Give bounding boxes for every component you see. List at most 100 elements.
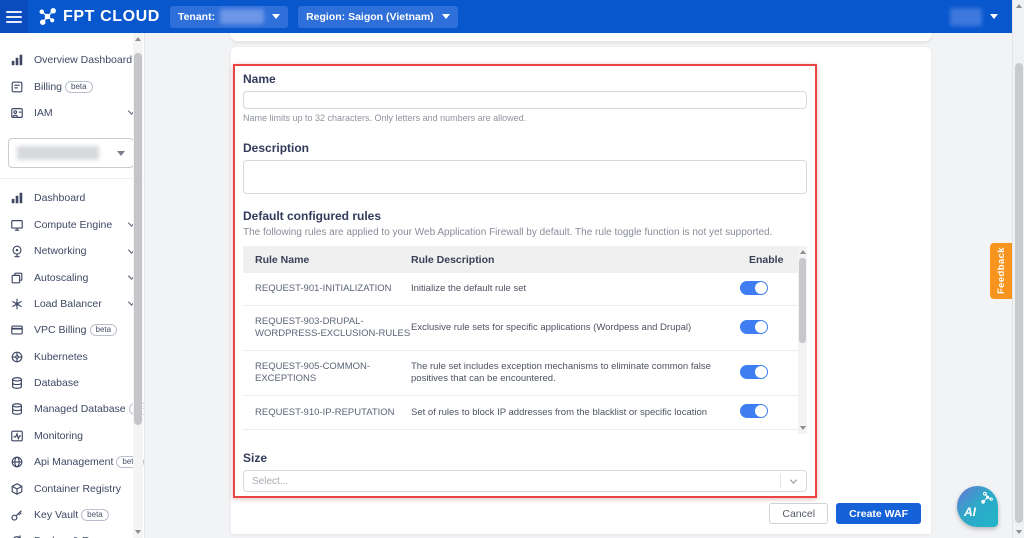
- sidebar-item-label: Database: [34, 377, 79, 389]
- tenant-label: Tenant:: [178, 11, 215, 23]
- rule-name: REQUEST-905-COMMON-EXCEPTIONS: [243, 361, 411, 385]
- name-field-label: Name: [243, 72, 807, 86]
- beta-badge: beta: [65, 81, 93, 93]
- sidebar-scrollbar[interactable]: [133, 33, 143, 538]
- sidebar-item-label: Overview Dashboard: [34, 54, 132, 66]
- hamburger-menu-icon[interactable]: [0, 0, 28, 33]
- scroll-up-icon[interactable]: [134, 35, 142, 43]
- sidebar-item-load-balancer[interactable]: Load Balancer: [0, 291, 144, 317]
- scroll-up-icon[interactable]: [1015, 2, 1023, 10]
- chevron-down-icon: [442, 14, 450, 19]
- rules-table-scrollbar[interactable]: [798, 246, 807, 434]
- rule-name: REQUEST-901-INITIALIZATION: [243, 283, 411, 295]
- rule-name: REQUEST-903-DRUPAL-WORDPRESS-EXCLUSION-R…: [243, 316, 411, 340]
- ai-assistant-button[interactable]: AI: [957, 486, 998, 527]
- page-scrollbar[interactable]: [1012, 0, 1024, 538]
- previous-card-bottom: [231, 33, 931, 41]
- account-dropdown[interactable]: [942, 6, 998, 28]
- brand-logo[interactable]: FPT CLOUD: [38, 7, 160, 26]
- rule-row-request-910-ip-reputation: REQUEST-910-IP-REPUTATIONSet of rules to…: [243, 396, 798, 430]
- bar-chart-icon: [10, 53, 25, 68]
- kubernetes-icon: [10, 349, 25, 364]
- rule-name: REQUEST-910-IP-REPUTATION: [243, 407, 411, 419]
- cancel-button[interactable]: Cancel: [769, 503, 828, 524]
- scroll-down-icon[interactable]: [1015, 528, 1023, 536]
- rule-description: Set of rules to block IP addresses from …: [411, 407, 740, 419]
- database-icon: [10, 376, 25, 391]
- sidebar-item-networking[interactable]: Networking: [0, 238, 144, 264]
- sidebar-item-billing[interactable]: Billingbeta: [0, 73, 144, 99]
- sidebar-item-overview-dashboard[interactable]: Overview Dashboard: [0, 47, 144, 73]
- project-select[interactable]: [8, 138, 134, 168]
- sidebar-item-label: Kubernetes: [34, 351, 88, 363]
- feedback-label: Feedback: [996, 247, 1007, 294]
- rule-enable-toggle[interactable]: [740, 404, 768, 418]
- region-label: Region: Saigon (Vietnam): [306, 11, 434, 23]
- sidebar-item-label: VPC Billing: [34, 324, 87, 336]
- sidebar-item-api-management[interactable]: Api Managementbeta: [0, 449, 144, 475]
- rules-section-title: Default configured rules: [243, 209, 807, 223]
- sidebar-scrollbar-thumb[interactable]: [134, 53, 142, 425]
- page-scrollbar-thumb[interactable]: [1015, 63, 1023, 523]
- billing-icon: [10, 79, 25, 94]
- feedback-tab[interactable]: Feedback: [990, 243, 1012, 299]
- sidebar-item-label: Compute Engine: [34, 219, 112, 231]
- scroll-up-icon[interactable]: [799, 248, 807, 256]
- rule-description: The rule set includes exception mechanis…: [411, 361, 740, 385]
- size-select[interactable]: Select...: [243, 470, 807, 492]
- sidebar-item-monitoring[interactable]: Monitoring: [0, 423, 144, 449]
- beta-badge: beta: [81, 509, 109, 521]
- bar-chart-icon: [10, 191, 25, 206]
- sidebar-item-label: Api Management: [34, 456, 113, 468]
- tenant-value-redacted: [220, 9, 264, 24]
- sidebar-item-managed-database[interactable]: Managed Databasebeta: [0, 396, 144, 422]
- key-vault-icon: [10, 508, 25, 523]
- region-dropdown[interactable]: Region: Saigon (Vietnam): [298, 6, 458, 28]
- rules-scrollbar-thumb[interactable]: [799, 258, 806, 343]
- sidebar-item-label: Billing: [34, 81, 62, 93]
- scroll-down-icon[interactable]: [799, 424, 807, 432]
- column-rule-name: Rule Name: [243, 254, 411, 266]
- account-value-redacted: [950, 8, 982, 26]
- rules-table-header: Rule Name Rule Description Enable: [243, 246, 807, 273]
- sidebar-item-compute-engine[interactable]: Compute Engine: [0, 212, 144, 238]
- description-input[interactable]: [243, 160, 807, 194]
- description-field-label: Description: [243, 141, 807, 155]
- scroll-down-icon[interactable]: [134, 528, 142, 536]
- chevron-down-icon: [780, 474, 806, 488]
- rule-enable-toggle[interactable]: [740, 281, 768, 295]
- sidebar-item-label: IAM: [34, 107, 53, 119]
- iam-icon: [10, 105, 25, 120]
- sidebar-item-label: Autoscaling: [34, 272, 88, 284]
- sidebar-item-vpc-billing[interactable]: VPC Billingbeta: [0, 317, 144, 343]
- size-select-placeholder: Select...: [252, 476, 288, 487]
- sidebar-item-label: Dashboard: [34, 192, 85, 204]
- create-waf-button[interactable]: Create WAF: [836, 503, 921, 524]
- size-helper-text: Select size from suggested list: [243, 496, 807, 498]
- fpt-cloud-molecule-icon: [38, 7, 57, 26]
- sidebar-item-container-registry[interactable]: Container Registry: [0, 475, 144, 501]
- beta-badge: beta: [90, 324, 118, 336]
- sidebar-item-iam[interactable]: IAM: [0, 100, 144, 126]
- sidebar-item-label: Monitoring: [34, 430, 83, 442]
- top-header-bar: FPT CLOUD Tenant: Region: Saigon (Vietna…: [0, 0, 1012, 33]
- networking-icon: [10, 244, 25, 259]
- sidebar-item-autoscaling[interactable]: Autoscaling: [0, 264, 144, 290]
- name-input[interactable]: [243, 91, 807, 109]
- rules-section-subtitle: The following rules are applied to your …: [243, 227, 807, 238]
- sidebar-item-label: Networking: [34, 245, 87, 257]
- sidebar-item-label: Container Registry: [34, 483, 121, 495]
- autoscaling-icon: [10, 270, 25, 285]
- monitoring-icon: [10, 428, 25, 443]
- rule-enable-toggle[interactable]: [740, 365, 768, 379]
- rule-description: Exclusive rule sets for specific applica…: [411, 322, 740, 334]
- sidebar-item-kubernetes[interactable]: Kubernetes: [0, 344, 144, 370]
- brand-name: FPT CLOUD: [63, 8, 160, 26]
- size-field-label: Size: [243, 451, 807, 465]
- sidebar-item-dashboard[interactable]: Dashboard: [0, 185, 144, 211]
- sidebar-item-backup-recovery[interactable]: Backup & Recovery: [0, 528, 144, 538]
- rule-enable-toggle[interactable]: [740, 320, 768, 334]
- sidebar-item-key-vault[interactable]: Key Vaultbeta: [0, 502, 144, 528]
- tenant-dropdown[interactable]: Tenant:: [170, 6, 288, 28]
- sidebar-item-database[interactable]: Database: [0, 370, 144, 396]
